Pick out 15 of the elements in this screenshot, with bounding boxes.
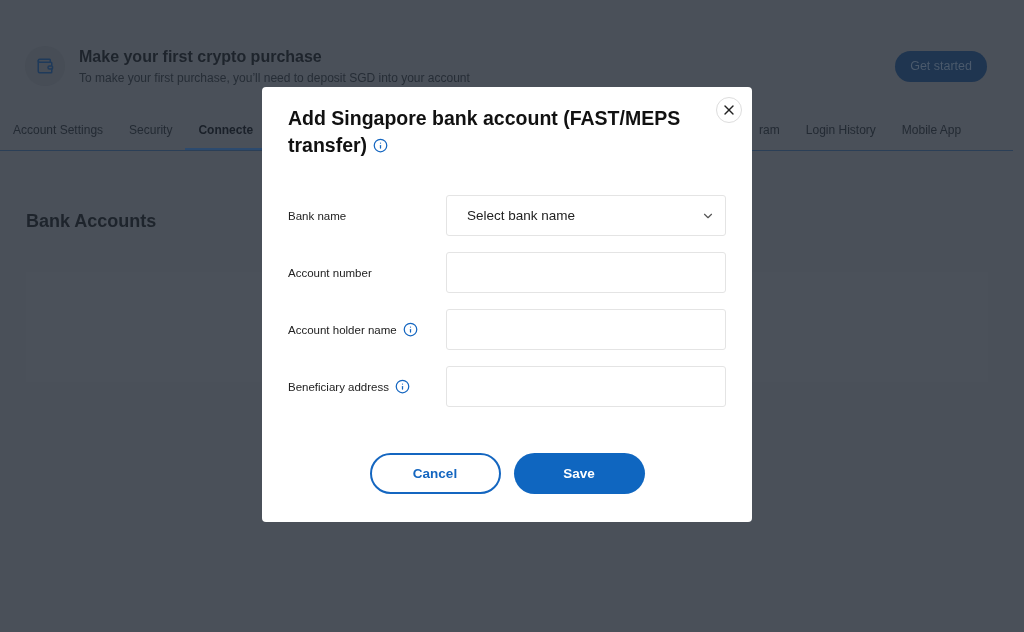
info-icon[interactable] bbox=[395, 379, 410, 394]
input-field[interactable] bbox=[446, 366, 726, 407]
input-field[interactable] bbox=[446, 309, 726, 350]
field-label: Account number bbox=[288, 266, 372, 279]
bank-select[interactable]: Select bank name bbox=[446, 195, 726, 236]
field-label: Account holder name bbox=[288, 323, 397, 336]
dialog-title: Add Singapore bank account (FAST/MEPS transfer) bbox=[288, 106, 682, 158]
field-label: Bank name bbox=[288, 209, 347, 222]
info-icon[interactable] bbox=[372, 138, 388, 153]
info-icon[interactable] bbox=[402, 322, 418, 337]
input-field[interactable] bbox=[446, 252, 726, 293]
cancel-button[interactable]: Cancel bbox=[369, 453, 501, 494]
save-button[interactable]: Save bbox=[513, 453, 645, 494]
close-button[interactable] bbox=[716, 97, 742, 123]
field-label: Beneficiary address bbox=[288, 380, 389, 393]
